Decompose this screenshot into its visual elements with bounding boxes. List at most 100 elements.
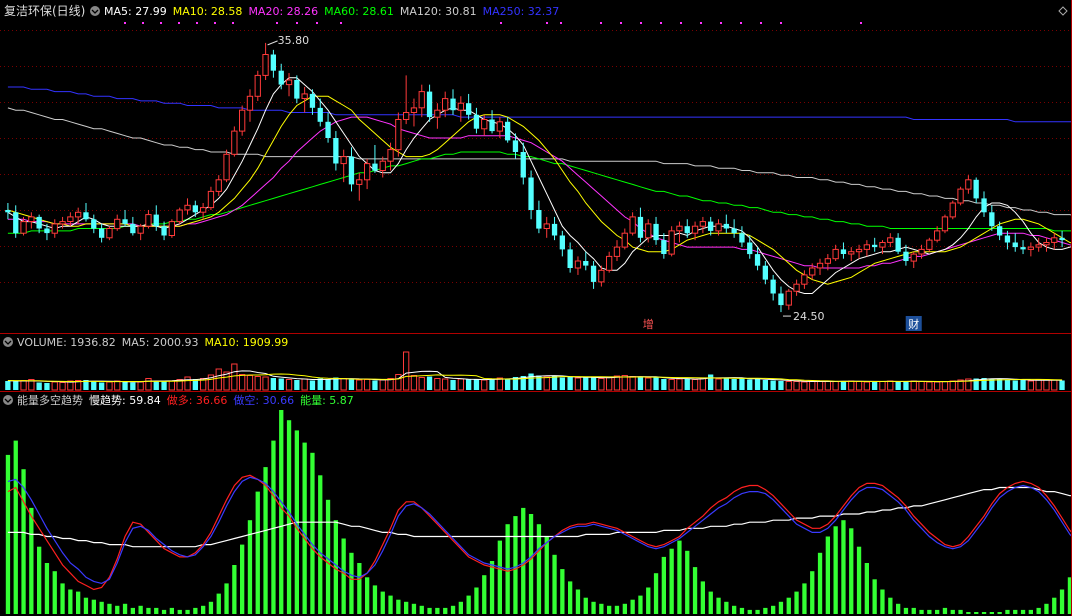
energy-bar[interactable] <box>856 546 862 614</box>
energy-bar[interactable] <box>37 546 42 614</box>
energy-bar[interactable] <box>388 595 393 614</box>
volume-bar[interactable] <box>130 382 136 391</box>
volume-bar[interactable] <box>254 376 261 391</box>
volume-bar[interactable] <box>747 379 753 391</box>
volume-bar[interactable] <box>824 381 832 391</box>
energy-bar[interactable] <box>896 603 901 614</box>
volume-bar[interactable] <box>872 381 878 391</box>
energy-bar[interactable] <box>591 601 596 614</box>
energy-bar[interactable] <box>13 440 18 614</box>
energy-bar[interactable] <box>99 601 104 614</box>
energy-bar[interactable] <box>653 573 659 614</box>
volume-bar[interactable] <box>309 380 316 391</box>
volume-bar[interactable] <box>262 376 269 391</box>
volume-bar[interactable] <box>270 378 276 390</box>
volume-bar[interactable] <box>231 363 238 391</box>
energy-bar[interactable] <box>52 571 57 614</box>
volume-bar[interactable] <box>426 376 433 391</box>
candle[interactable] <box>168 219 175 238</box>
energy-bar[interactable] <box>802 583 807 614</box>
volume-bar[interactable] <box>239 374 246 391</box>
energy-bar[interactable] <box>443 607 448 614</box>
energy-bar[interactable] <box>880 589 885 615</box>
volume-bar[interactable] <box>137 381 144 391</box>
energy-bar[interactable] <box>981 612 987 614</box>
volume-bar[interactable] <box>910 380 917 391</box>
energy-bar[interactable] <box>201 605 206 614</box>
energy-bar[interactable] <box>333 520 338 614</box>
energy-bar[interactable] <box>646 587 651 615</box>
volume-bar[interactable] <box>785 381 792 391</box>
volume-bar[interactable] <box>816 380 824 391</box>
energy-bar[interactable] <box>989 612 994 614</box>
volume-bar[interactable] <box>778 381 784 390</box>
energy-bar[interactable] <box>91 599 96 614</box>
energy-bar[interactable] <box>614 605 620 614</box>
volume-bar[interactable] <box>1027 380 1034 391</box>
energy-bar[interactable] <box>903 607 909 614</box>
energy-bar[interactable] <box>607 605 612 614</box>
volume-bar[interactable] <box>145 378 152 391</box>
volume-bar[interactable] <box>855 381 863 391</box>
volume-bar[interactable] <box>754 379 761 390</box>
energy-bar[interactable] <box>974 612 979 614</box>
volume-bar[interactable] <box>887 380 894 391</box>
energy-bar[interactable] <box>357 563 362 614</box>
volume-bar[interactable] <box>574 377 582 391</box>
energy-bar[interactable] <box>489 561 495 614</box>
energy-bar[interactable] <box>771 605 776 614</box>
volume-bar[interactable] <box>457 378 465 391</box>
volume-bar[interactable] <box>364 379 371 391</box>
energy-bar[interactable] <box>310 452 315 614</box>
volume-bar[interactable] <box>325 379 331 390</box>
energy-bar[interactable] <box>177 609 182 614</box>
energy-bar[interactable] <box>380 591 385 614</box>
candle[interactable] <box>106 226 113 241</box>
energy-bar[interactable] <box>849 528 854 614</box>
volume-bar[interactable] <box>668 379 675 391</box>
energy-bar[interactable] <box>552 554 557 614</box>
energy-bar[interactable] <box>997 612 1002 614</box>
energy-bar[interactable] <box>1020 609 1026 614</box>
energy-bar[interactable] <box>919 609 924 614</box>
energy-bar[interactable] <box>466 595 471 614</box>
candle[interactable] <box>949 200 956 220</box>
volume-bar[interactable] <box>1004 380 1011 390</box>
energy-bar[interactable] <box>107 603 112 614</box>
energy-bar[interactable] <box>583 597 588 614</box>
volume-bar[interactable] <box>442 378 449 391</box>
volume-bar[interactable] <box>918 381 925 391</box>
energy-bar[interactable] <box>536 524 542 614</box>
energy-bar[interactable] <box>1028 609 1033 614</box>
energy-bar[interactable] <box>224 583 229 614</box>
energy-bar[interactable] <box>130 607 135 614</box>
volume-bar[interactable] <box>13 381 19 391</box>
volume-bar[interactable] <box>1059 380 1065 391</box>
energy-bar[interactable] <box>83 597 89 614</box>
volume-bar[interactable] <box>153 380 159 391</box>
volume-bar[interactable] <box>903 381 909 391</box>
volume-bar[interactable] <box>559 377 565 391</box>
energy-bar[interactable] <box>365 577 370 614</box>
energy-bar[interactable] <box>825 536 830 615</box>
volume-bar[interactable] <box>801 381 808 391</box>
energy-bar[interactable] <box>1036 607 1041 614</box>
volume-bar[interactable] <box>379 379 386 391</box>
volume-bar[interactable] <box>676 378 683 391</box>
energy-bar[interactable] <box>888 597 893 614</box>
volume-bar[interactable] <box>832 381 839 391</box>
energy-bar[interactable] <box>724 601 729 614</box>
stock-chart[interactable]: 35.80 24.50 增 财 复洁环保(日线) MA5: 27.99 MA10: 28… <box>0 0 1072 616</box>
energy-toggle-icon[interactable] <box>3 395 13 405</box>
energy-bar[interactable] <box>341 538 346 615</box>
volume-bar[interactable] <box>36 382 42 391</box>
volume-bar[interactable] <box>567 377 573 390</box>
volume-bar[interactable] <box>879 381 886 391</box>
energy-bar[interactable] <box>732 605 737 614</box>
energy-bar[interactable] <box>302 442 307 614</box>
volume-bar[interactable] <box>770 380 776 391</box>
energy-bar[interactable] <box>232 565 237 614</box>
volume-bar[interactable] <box>590 377 597 390</box>
energy-bar[interactable] <box>669 548 674 614</box>
volume-bar[interactable] <box>418 377 425 391</box>
